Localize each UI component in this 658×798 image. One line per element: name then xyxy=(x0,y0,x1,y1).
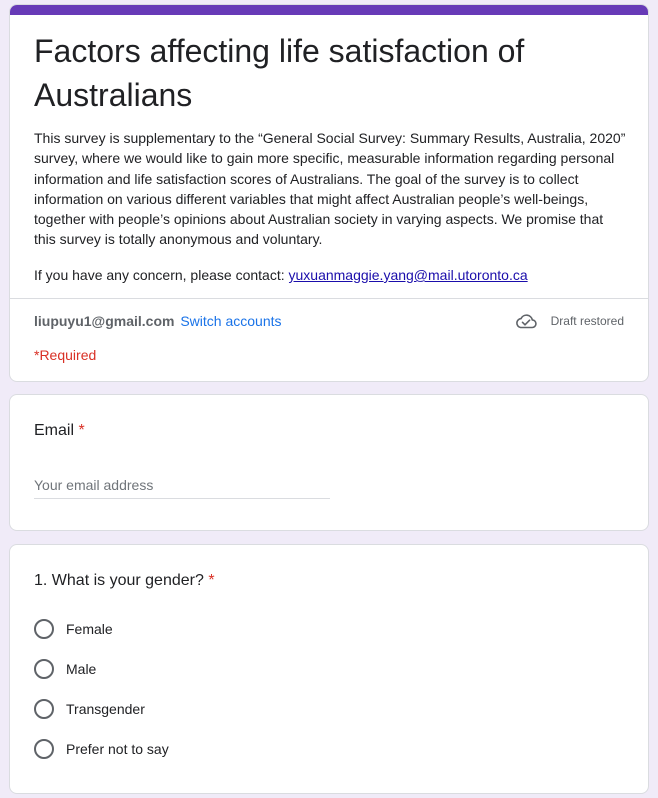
question-title: 1. What is your gender? * xyxy=(34,569,215,593)
form-description: This survey is supplementary to the “Gen… xyxy=(34,130,626,248)
option-label: Male xyxy=(66,661,97,677)
required-note: *Required xyxy=(34,347,97,363)
account-row: liupuyu1@gmail.com Switch accounts Draft… xyxy=(34,311,624,331)
option-label: Prefer not to say xyxy=(66,741,169,757)
account-email: liupuyu1@gmail.com xyxy=(34,313,175,329)
email-question-card: Email * xyxy=(9,394,649,531)
form-title: Factors affecting life satisfaction of A… xyxy=(34,33,525,113)
contact-prefix: If you have any concern, please contact: xyxy=(34,267,289,283)
switch-accounts-link[interactable]: Switch accounts xyxy=(180,313,281,329)
contact-line: If you have any concern, please contact:… xyxy=(34,265,626,285)
question-title: Email * xyxy=(34,419,85,443)
radio-button[interactable] xyxy=(34,659,54,679)
radio-button[interactable] xyxy=(34,619,54,639)
gender-option-transgender[interactable]: Transgender xyxy=(34,697,145,721)
question-title-text: 1. What is your gender? xyxy=(34,572,204,589)
question-title-text: Email xyxy=(34,422,75,439)
gender-option-male[interactable]: Male xyxy=(34,657,96,681)
email-input[interactable] xyxy=(34,472,330,499)
radio-button[interactable] xyxy=(34,699,54,719)
form-header-card: Factors affecting life satisfaction of A… xyxy=(9,4,649,382)
option-label: Female xyxy=(66,621,113,637)
contact-email-link[interactable]: yuxuanmaggie.yang@mail.utoronto.ca xyxy=(289,267,528,283)
radio-button[interactable] xyxy=(34,739,54,759)
gender-option-prefer-not-to-say[interactable]: Prefer not to say xyxy=(34,737,169,761)
draft-status-label: Draft restored xyxy=(550,314,624,328)
option-label: Transgender xyxy=(66,701,145,717)
required-asterisk: * xyxy=(78,422,85,439)
required-asterisk: * xyxy=(208,572,215,589)
draft-status: Draft restored xyxy=(515,311,624,331)
header-divider xyxy=(10,298,648,299)
gender-question-card: 1. What is your gender? * Female Male Tr… xyxy=(9,544,649,794)
gender-option-female[interactable]: Female xyxy=(34,617,113,641)
header-accent-band xyxy=(10,5,648,15)
cloud-done-icon xyxy=(515,314,537,329)
